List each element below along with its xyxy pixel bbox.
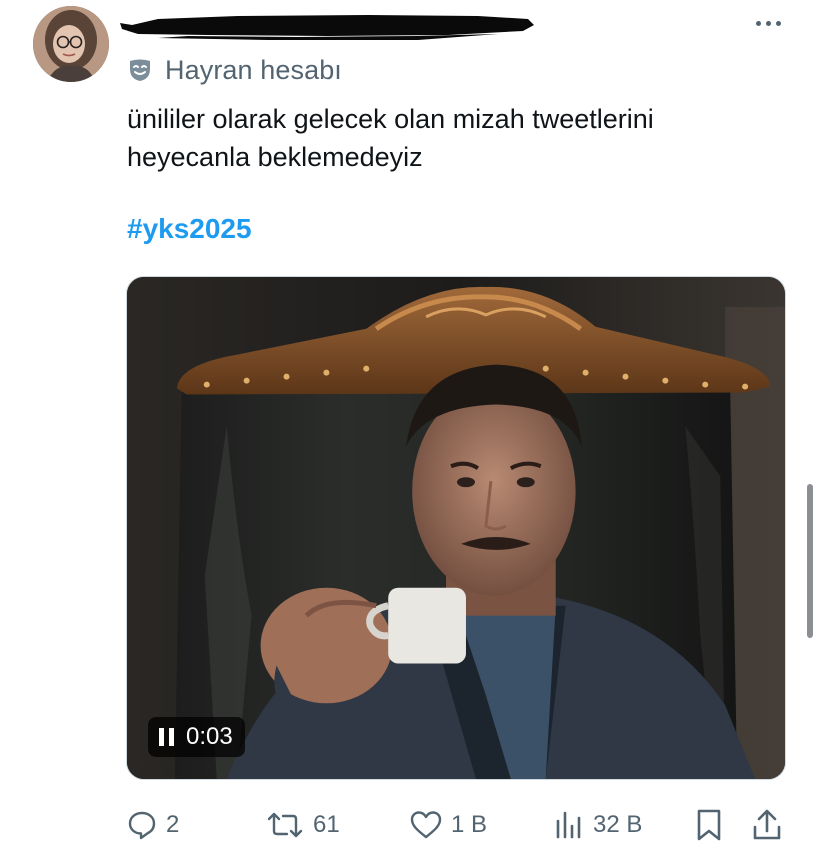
fan-account-label: Hayran hesabı xyxy=(127,54,342,86)
more-dot xyxy=(765,20,771,26)
video-time: 0:03 xyxy=(186,723,233,750)
avatar[interactable] xyxy=(33,6,109,82)
scrollbar-thumb[interactable] xyxy=(807,484,813,638)
video-timer-control[interactable]: 0:03 xyxy=(148,717,245,757)
video-frame xyxy=(127,277,785,779)
tweet-text: ünililer olarak gelecek olan mizah tweet… xyxy=(127,100,787,176)
like-button[interactable]: 1 B xyxy=(409,804,487,846)
bookmark-button[interactable] xyxy=(694,804,724,846)
heart-icon xyxy=(410,811,442,839)
retweet-icon xyxy=(267,812,303,838)
more-dot xyxy=(755,20,761,26)
share-button[interactable] xyxy=(750,804,784,846)
views-count: 32 B xyxy=(593,811,643,838)
analytics-icon xyxy=(556,811,581,839)
redacted-author-name[interactable] xyxy=(118,10,536,40)
tweet-text-line: heyecanla beklemedeyiz xyxy=(127,142,423,172)
retweet-count: 61 xyxy=(313,811,340,838)
retweet-button[interactable]: 61 xyxy=(265,804,340,846)
pause-icon[interactable] xyxy=(158,727,176,747)
hashtag-link[interactable]: #yks2025 xyxy=(127,213,252,245)
more-dot xyxy=(775,20,781,26)
views-button[interactable]: 32 B xyxy=(553,804,642,846)
theater-mask-icon xyxy=(130,59,150,81)
reply-icon xyxy=(128,811,156,840)
like-count: 1 B xyxy=(451,811,488,838)
reply-count: 2 xyxy=(166,811,180,838)
reply-button[interactable]: 2 xyxy=(126,804,179,846)
bookmark-icon xyxy=(697,809,721,841)
fan-account-text: Hayran hesabı xyxy=(165,54,342,85)
tweet-text-line: ünililer olarak gelecek olan mizah tweet… xyxy=(127,104,654,134)
video-player[interactable] xyxy=(126,276,786,780)
more-options-button[interactable] xyxy=(748,8,788,38)
share-icon xyxy=(753,809,781,840)
